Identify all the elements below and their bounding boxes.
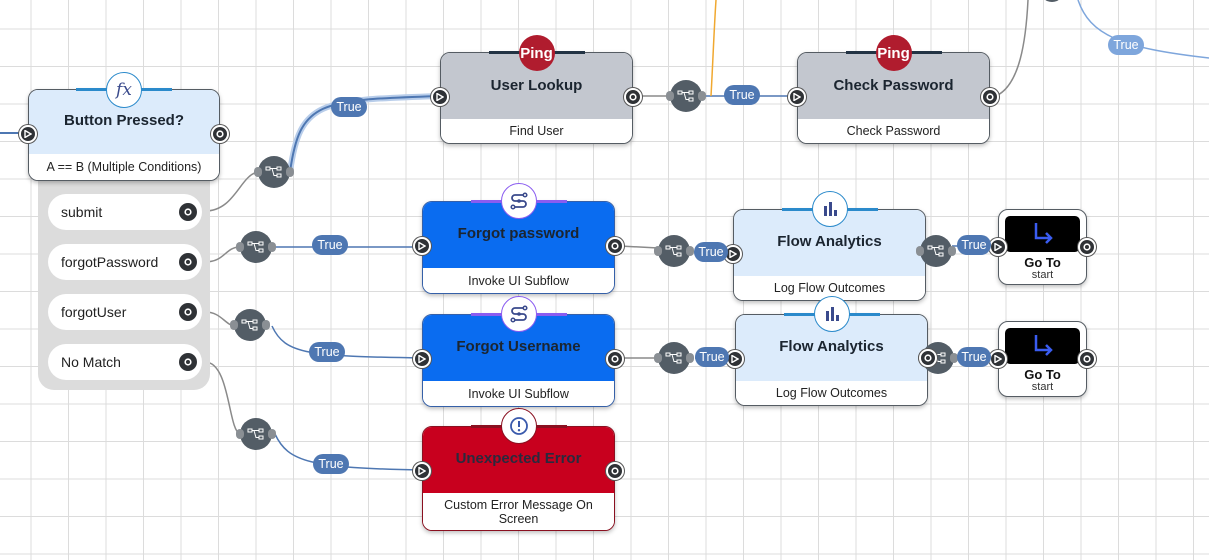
outcome-label: No Match bbox=[61, 354, 121, 370]
node-user-lookup[interactable]: User Lookup Find User Ping bbox=[431, 35, 642, 144]
branch-icon bbox=[677, 90, 694, 102]
branch-icon bbox=[247, 428, 264, 440]
node-subtitle: Invoke UI Subflow bbox=[423, 381, 614, 406]
node-subtitle: start bbox=[1031, 381, 1054, 393]
edge-label-true[interactable]: True bbox=[957, 235, 991, 255]
edge-label-true[interactable]: True bbox=[1108, 35, 1144, 55]
outcome-submit[interactable]: submit bbox=[48, 194, 202, 230]
wire-forgot-password-out[interactable] bbox=[619, 245, 659, 249]
node-subtitle: A == B (Multiple Conditions) bbox=[29, 154, 219, 180]
wire-no-match[interactable] bbox=[204, 361, 241, 435]
outcome-no-match[interactable]: No Match bbox=[48, 344, 202, 380]
subflow-icon bbox=[500, 296, 537, 332]
input-port[interactable] bbox=[989, 238, 1007, 256]
output-port[interactable] bbox=[981, 88, 999, 106]
ping-logo-icon: Ping bbox=[518, 35, 555, 71]
node-subtitle: Log Flow Outcomes bbox=[736, 381, 927, 405]
ping-logo-icon: Ping bbox=[875, 35, 912, 71]
edge-label-true[interactable]: True bbox=[957, 347, 991, 367]
outcome-label: forgotUser bbox=[61, 304, 127, 320]
node-flow-analytics-1[interactable]: Flow Analytics Log Flow Outcomes bbox=[724, 191, 926, 301]
edge-label-true[interactable]: True bbox=[313, 454, 349, 474]
outcome-port[interactable] bbox=[179, 303, 197, 321]
outcome-label: submit bbox=[61, 204, 103, 220]
outcome-port[interactable] bbox=[179, 353, 197, 371]
outcome-port[interactable] bbox=[179, 203, 197, 221]
output-port[interactable] bbox=[211, 125, 229, 143]
edge-label-true[interactable]: True bbox=[724, 85, 760, 105]
wire-forgot-password[interactable] bbox=[204, 246, 241, 263]
branch-icon bbox=[265, 166, 282, 178]
edge-label-true[interactable]: True bbox=[312, 235, 348, 255]
node-title: Go To bbox=[1024, 255, 1061, 270]
input-port[interactable] bbox=[413, 350, 431, 368]
edge-label-true[interactable]: True bbox=[695, 347, 729, 367]
connector-forgot-user[interactable] bbox=[230, 309, 270, 341]
edge-label-true[interactable]: True bbox=[694, 242, 728, 262]
input-port[interactable] bbox=[788, 88, 806, 106]
branch-icon bbox=[665, 245, 682, 257]
output-port[interactable] bbox=[606, 350, 624, 368]
node-forgot-username[interactable]: Forgot Username Invoke UI Subflow bbox=[413, 296, 624, 407]
subflow-icon bbox=[500, 183, 537, 219]
branch-icon bbox=[665, 352, 682, 364]
node-title: Go To bbox=[1024, 367, 1061, 382]
node-goto-2[interactable]: Go To start bbox=[989, 321, 1096, 397]
alert-icon bbox=[500, 408, 537, 444]
branch-icon bbox=[241, 319, 258, 331]
node-button-pressed[interactable]: Button Pressed? A == B (Multiple Conditi… bbox=[19, 72, 229, 181]
node-subtitle: Custom Error Message On Screen bbox=[423, 493, 614, 530]
wire-orange[interactable] bbox=[710, 0, 717, 97]
edge-label-true[interactable]: True bbox=[309, 342, 345, 362]
outcome-port[interactable] bbox=[179, 253, 197, 271]
edge-label-true[interactable]: True bbox=[331, 97, 367, 117]
output-port[interactable] bbox=[1078, 350, 1096, 368]
connector-analytics-1-out[interactable] bbox=[916, 235, 956, 267]
output-port[interactable] bbox=[606, 237, 624, 255]
node-subtitle: start bbox=[1031, 269, 1054, 281]
goto-arrow-icon bbox=[1005, 328, 1080, 364]
input-port[interactable] bbox=[413, 462, 431, 480]
node-subtitle: Check Password bbox=[798, 119, 989, 143]
branch-icon bbox=[927, 245, 944, 257]
connector-forgot-password[interactable] bbox=[236, 231, 276, 263]
input-port[interactable] bbox=[989, 350, 1007, 368]
input-port[interactable] bbox=[19, 125, 37, 143]
connector-forgot-username-out[interactable] bbox=[654, 342, 694, 374]
node-forgot-password[interactable]: Forgot password Invoke UI Subflow bbox=[413, 183, 624, 294]
connector-submit[interactable] bbox=[254, 156, 294, 188]
bar-chart-icon bbox=[811, 191, 848, 227]
goto-arrow-icon bbox=[1005, 216, 1080, 252]
node-check-password[interactable]: Check Password Check Password Ping bbox=[788, 35, 999, 144]
connector-forgot-password-out[interactable] bbox=[654, 235, 694, 267]
outcome-forgot-user[interactable]: forgotUser bbox=[48, 294, 202, 330]
node-subtitle: Find User bbox=[441, 119, 632, 143]
bar-chart-icon bbox=[813, 296, 850, 332]
node-flow-analytics-2[interactable]: Flow Analytics Log Flow Outcomes bbox=[726, 296, 928, 406]
function-fx-icon: fx bbox=[106, 72, 142, 108]
outcome-forgot-password[interactable]: forgotPassword bbox=[48, 244, 202, 280]
input-port[interactable] bbox=[413, 237, 431, 255]
branch-icon bbox=[247, 241, 264, 253]
node-subtitle: Invoke UI Subflow bbox=[423, 268, 614, 293]
wire-forgot-user-true[interactable] bbox=[271, 325, 423, 359]
node-unexpected-error[interactable]: Unexpected Error Custom Error Message On… bbox=[413, 408, 624, 531]
wire-check-password-out[interactable] bbox=[995, 0, 1029, 97]
output-port[interactable] bbox=[1078, 238, 1096, 256]
output-port[interactable] bbox=[624, 88, 642, 106]
node-goto-1[interactable]: Go To start bbox=[989, 209, 1096, 285]
connector-user-lookup[interactable] bbox=[666, 80, 706, 112]
flow-canvas[interactable]: Button Pressed? A == B (Multiple Conditi… bbox=[0, 0, 1209, 560]
output-port[interactable] bbox=[919, 349, 937, 367]
input-port[interactable] bbox=[431, 88, 449, 106]
wire-top-right-true[interactable] bbox=[1077, 0, 1209, 59]
outcome-label: forgotPassword bbox=[61, 254, 159, 270]
connector-no-match[interactable] bbox=[236, 418, 276, 450]
output-port[interactable] bbox=[606, 462, 624, 480]
